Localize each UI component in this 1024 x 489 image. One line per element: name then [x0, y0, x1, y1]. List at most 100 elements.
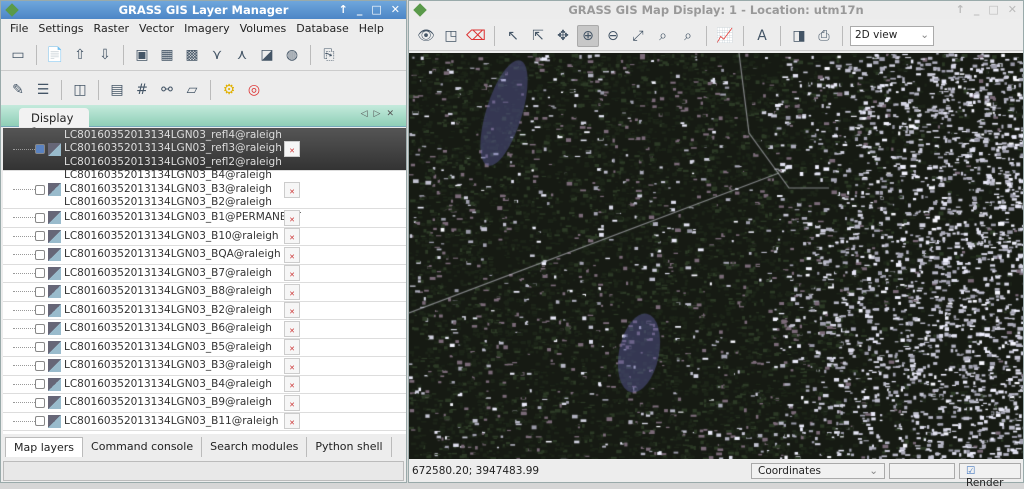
render-map-button[interactable]: ◳ [440, 25, 462, 47]
settings-button[interactable]: ⚙ [218, 79, 240, 101]
layer-checkbox[interactable] [35, 286, 45, 297]
erase-button[interactable]: ⌫ [465, 25, 487, 47]
pin-button[interactable]: ↑ [339, 3, 348, 16]
pointer-button[interactable]: ↖ [502, 25, 524, 47]
zoom-out-button[interactable]: ⊖ [602, 25, 624, 47]
tab-display-1[interactable]: Display 1 [19, 108, 89, 139]
status-mode-select[interactable]: Coordinates ⌄ [751, 463, 885, 479]
raster-calculator-button[interactable]: ▤ [106, 79, 128, 101]
add-web-layer-button[interactable]: ◍ [281, 44, 303, 66]
layer-item[interactable]: LC80160352013134LGN03_B5@raleigh ✕ [3, 339, 406, 357]
new-display-button[interactable]: ▭ [7, 44, 29, 66]
layer-options-button[interactable]: ✕ [284, 141, 300, 157]
maximize-button[interactable]: □ [988, 3, 998, 16]
attribute-table-button[interactable]: ☰ [32, 79, 54, 101]
query-button[interactable]: ⇱ [527, 25, 549, 47]
menu-raster[interactable]: Raster [89, 22, 134, 35]
zoom-options-button[interactable]: ⌕ [677, 25, 699, 47]
zoom-in-button[interactable]: ⊕ [577, 24, 599, 47]
layer-options-button[interactable]: ✕ [284, 181, 300, 198]
menu-settings[interactable]: Settings [33, 22, 88, 35]
menu-imagery[interactable]: Imagery [179, 22, 234, 35]
tab-map-layers[interactable]: Map layers [5, 437, 84, 457]
zoom-back-button[interactable]: ⌕ [652, 25, 674, 47]
view-mode-select[interactable]: 2D view ⌄ [850, 25, 934, 46]
layer-item[interactable]: LC80160352013134LGN03_B6@raleigh ✕ [3, 320, 406, 339]
layer-item[interactable]: LC80160352013134LGN03_B7@raleigh ✕ [3, 265, 406, 283]
layer-checkbox[interactable] [35, 360, 45, 371]
layer-options-button[interactable]: ✕ [284, 394, 300, 411]
layer-item[interactable]: LC80160352013134LGN03_B11@raleigh ✕ [3, 413, 406, 431]
minimize-button[interactable]: _ [974, 3, 980, 16]
display-map-button[interactable]: 👁 [415, 25, 437, 47]
tab-python-shell[interactable]: Python shell [307, 437, 392, 457]
close-button[interactable]: ✕ [1008, 3, 1017, 16]
tab-controls[interactable]: ◁▷✕ [361, 109, 400, 119]
layer-item[interactable]: LC80160352013134LGN03_B4@raleigh LC801603… [3, 169, 406, 209]
import-raster-button[interactable]: ▣ [131, 44, 153, 66]
layer-item[interactable]: LC80160352013134LGN03_refl4@raleigh LC801… [3, 128, 406, 171]
layer-item[interactable]: LC80160352013134LGN03_B3@raleigh ✕ [3, 357, 406, 376]
menu-help[interactable]: Help [354, 22, 389, 35]
layer-options-button[interactable]: ✕ [284, 339, 300, 356]
layer-options-button[interactable]: ✕ [284, 209, 300, 226]
pin-button[interactable]: ↑ [956, 3, 965, 16]
vector-digitizer-button[interactable]: ✎ [7, 79, 29, 101]
menu-file[interactable]: File [5, 22, 33, 35]
layer-options-button[interactable]: ✕ [284, 283, 300, 300]
layer-checkbox[interactable] [35, 323, 45, 334]
layer-checkbox[interactable] [35, 212, 45, 223]
graphical-modeler-button[interactable]: ⚯ [156, 79, 178, 101]
cartographic-composer-button[interactable]: # [131, 79, 153, 101]
layer-item[interactable]: LC80160352013134LGN03_B9@raleigh ✕ [3, 394, 406, 413]
zoom-extent-button[interactable]: ⤢ [627, 25, 649, 47]
map-composer-button[interactable]: ▱ [181, 79, 203, 101]
layer-checkbox[interactable] [35, 231, 45, 242]
layer-item[interactable]: LC80160352013134LGN03_B4@raleigh ✕ [3, 376, 406, 394]
new-workspace-button[interactable]: 📄 [44, 44, 66, 66]
add-overlay-button[interactable]: ◪ [256, 44, 278, 66]
tab-search-modules[interactable]: Search modules [202, 437, 308, 457]
render-checkbox[interactable]: ☑ Render [959, 463, 1021, 489]
layer-checkbox[interactable] [35, 416, 45, 427]
analyze-button[interactable]: 📈 [714, 25, 736, 47]
menu-database[interactable]: Database [291, 22, 354, 35]
layer-checkbox[interactable] [35, 379, 45, 390]
add-raster-misc-button[interactable]: ▩ [181, 44, 203, 66]
save-button[interactable]: ◨ [788, 25, 810, 47]
layer-checkbox[interactable] [35, 249, 45, 260]
layer-checkbox[interactable] [35, 342, 45, 353]
layer-checkbox[interactable] [35, 397, 45, 408]
layer-checkbox[interactable] [35, 305, 45, 316]
layer-item[interactable]: LC80160352013134LGN03_B2@raleigh ✕ [3, 302, 406, 320]
help-button[interactable]: ◎ [243, 79, 265, 101]
menu-volumes[interactable]: Volumes [235, 22, 292, 35]
layer-options-button[interactable]: ✕ [284, 302, 300, 319]
layer-checkbox[interactable] [35, 144, 45, 154]
layer-checkbox[interactable] [35, 268, 45, 279]
georectifier-button[interactable]: ◫ [69, 79, 91, 101]
layer-checkbox[interactable] [35, 184, 45, 195]
map-canvas[interactable] [409, 53, 1023, 459]
decorations-button[interactable]: A [751, 25, 773, 47]
menu-vector[interactable]: Vector [134, 22, 179, 35]
layer-options-button[interactable]: ✕ [284, 320, 300, 337]
add-vector-button[interactable]: ⋎ [206, 44, 228, 66]
layer-options-button[interactable]: ✕ [284, 228, 300, 245]
add-vector-misc-button[interactable]: ⋏ [231, 44, 253, 66]
print-button[interactable]: ⎙ [813, 25, 835, 47]
layer-options-button[interactable]: ✕ [284, 357, 300, 374]
layer-options-button[interactable]: ✕ [284, 413, 300, 430]
layer-item[interactable]: LC80160352013134LGN03_B8@raleigh ✕ [3, 283, 406, 302]
pan-button[interactable]: ✥ [552, 25, 574, 47]
layer-options-button[interactable]: ✕ [284, 376, 300, 393]
add-raster-button[interactable]: ▦ [156, 44, 178, 66]
layer-item[interactable]: LC80160352013134LGN03_BQA@raleigh ✕ [3, 246, 406, 265]
tab-command-console[interactable]: Command console [83, 437, 203, 457]
minimize-button[interactable]: _ [357, 3, 363, 16]
layer-options-button[interactable]: ✕ [284, 246, 300, 263]
add-group-button[interactable]: ⎘ [318, 44, 340, 66]
maximize-button[interactable]: □ [371, 3, 381, 16]
layer-options-button[interactable]: ✕ [284, 265, 300, 282]
layer-item[interactable]: LC80160352013134LGN03_B10@raleigh ✕ [3, 228, 406, 246]
